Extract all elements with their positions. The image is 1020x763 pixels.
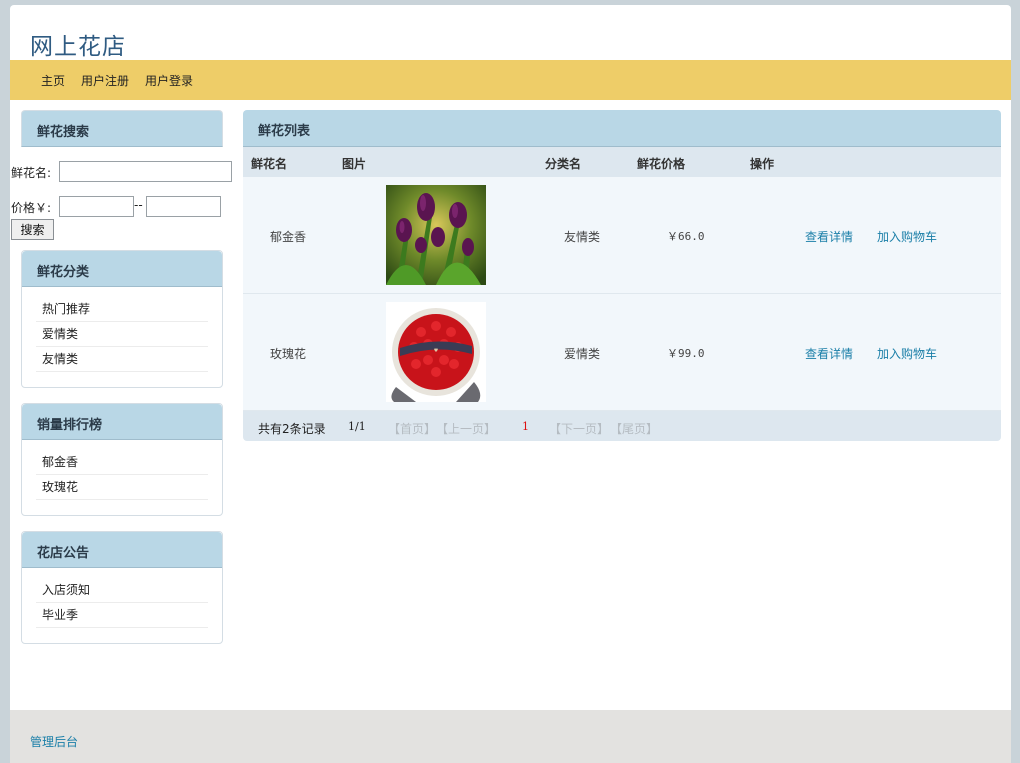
- category-item-friendship[interactable]: 友情类: [36, 347, 208, 372]
- price-min-input[interactable]: [59, 196, 134, 217]
- ranking-list: 郁金香 玫瑰花: [22, 440, 222, 500]
- price-label: 价格￥:: [11, 201, 52, 215]
- footer: 管理后台: [10, 710, 1011, 763]
- column-header-actions: 操作: [750, 157, 775, 171]
- column-header-price: 鲜花价格: [637, 157, 686, 171]
- column-header-image: 图片: [342, 157, 367, 171]
- flower-list-header: 鲜花列表: [243, 110, 1001, 147]
- next-page-link[interactable]: 【下一页】: [549, 420, 609, 437]
- current-page-number[interactable]: 1: [522, 420, 529, 433]
- flower-name-cell: 玫瑰花: [270, 347, 307, 361]
- view-details-link[interactable]: 查看详情: [805, 345, 853, 362]
- ranking-item-tulip[interactable]: 郁金香: [36, 450, 208, 475]
- prev-page-link[interactable]: 【上一页】: [436, 420, 496, 437]
- last-page-link[interactable]: 【尾页】: [610, 420, 658, 437]
- ranking-item-rose[interactable]: 玫瑰花: [36, 475, 208, 500]
- page-container: 网上花店 主页 用户注册 用户登录 鲜花搜索 鲜花名: 价格￥: -- 搜索 鲜…: [10, 5, 1011, 763]
- price-separator: --: [134, 198, 143, 212]
- price-cell: ￥99.0: [667, 347, 705, 360]
- add-to-cart-link[interactable]: 加入购物车: [877, 345, 937, 362]
- notice-panel-header: 花店公告: [22, 532, 222, 568]
- nav-bar: 主页 用户注册 用户登录: [10, 60, 1011, 100]
- first-page-link[interactable]: 【首页】: [388, 420, 436, 437]
- search-button[interactable]: 搜索: [11, 219, 54, 240]
- notice-list: 入店须知 毕业季: [22, 568, 222, 628]
- category-item-hot[interactable]: 热门推荐: [36, 297, 208, 322]
- category-item-love[interactable]: 爱情类: [36, 322, 208, 347]
- table-row: 郁金香 友情类 ￥66.0 查看详情 加入购物车: [243, 177, 1001, 294]
- record-count: 共有2条记录: [258, 422, 326, 436]
- category-panel-header: 鲜花分类: [22, 251, 222, 287]
- table-header: 鲜花名 图片 分类名 鲜花价格 操作: [243, 147, 1001, 177]
- view-details-link[interactable]: 查看详情: [805, 228, 853, 245]
- flower-name-cell: 郁金香: [270, 230, 307, 244]
- rose-bouquet-image[interactable]: ♥: [386, 302, 486, 402]
- notice-item-rules[interactable]: 入店须知: [36, 578, 208, 603]
- notice-panel: 花店公告 入店须知 毕业季: [21, 531, 223, 644]
- site-title: 网上花店: [30, 34, 126, 60]
- category-panel: 鲜花分类 热门推荐 爱情类 友情类: [21, 250, 223, 388]
- flower-name-label: 鲜花名:: [11, 166, 52, 180]
- notice-item-graduation[interactable]: 毕业季: [36, 603, 208, 628]
- price-cell: ￥66.0: [667, 230, 705, 243]
- nav-login-link[interactable]: 用户登录: [145, 72, 193, 89]
- price-max-input[interactable]: [146, 196, 221, 217]
- nav-home-link[interactable]: 主页: [41, 72, 65, 89]
- ranking-panel: 销量排行榜 郁金香 玫瑰花: [21, 403, 223, 516]
- ranking-panel-header: 销量排行榜: [22, 404, 222, 440]
- category-cell: 爱情类: [564, 347, 601, 361]
- page-indicator: 1/1: [348, 420, 366, 433]
- column-header-category: 分类名: [545, 157, 582, 171]
- flower-list-panel: 鲜花列表 鲜花名 图片 分类名 鲜花价格 操作 郁金香 友情类 ￥66.0 查看…: [243, 110, 1001, 441]
- category-cell: 友情类: [564, 230, 601, 244]
- tulip-image[interactable]: [386, 185, 486, 285]
- add-to-cart-link[interactable]: 加入购物车: [877, 228, 937, 245]
- table-row: 玫瑰花 ♥ 爱情类 ￥99.0 查看详情 加入购物车: [243, 294, 1001, 411]
- nav-register-link[interactable]: 用户注册: [81, 72, 129, 89]
- search-panel-header: 鲜花搜索: [21, 110, 223, 147]
- column-header-name: 鲜花名: [251, 157, 288, 171]
- flower-name-input[interactable]: [59, 161, 232, 182]
- admin-link[interactable]: 管理后台: [30, 733, 78, 750]
- category-list: 热门推荐 爱情类 友情类: [22, 287, 222, 372]
- svg-text:♥: ♥: [434, 348, 439, 354]
- pagination-bar: 共有2条记录 1/1 【首页】 【上一页】 1 【下一页】 【尾页】: [243, 411, 1001, 441]
